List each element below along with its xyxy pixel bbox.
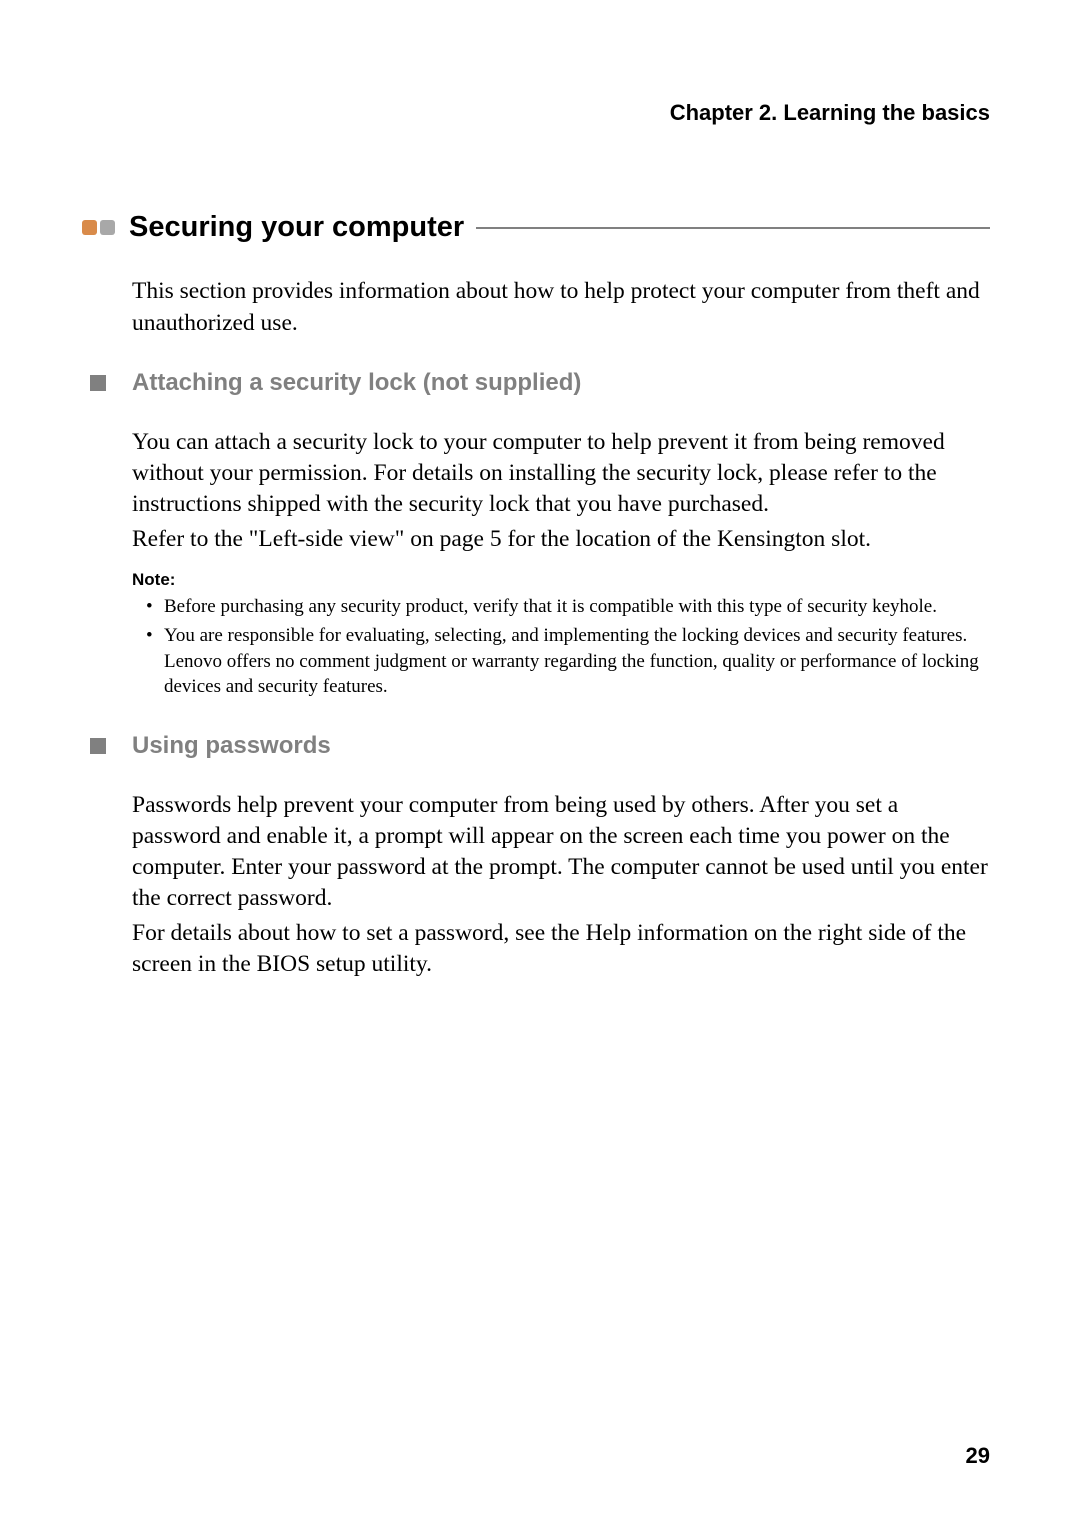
- bullet-orange-icon: [82, 220, 97, 235]
- heading-bullet-icon: [82, 220, 115, 235]
- main-heading: Securing your computer: [129, 211, 464, 244]
- chapter-header: Chapter 2. Learning the basics: [90, 100, 990, 126]
- main-heading-row: Securing your computer: [82, 211, 990, 244]
- section2-heading-row: Using passwords: [90, 732, 990, 760]
- note-item: Before purchasing any security product, …: [150, 594, 990, 620]
- page-container: Chapter 2. Learning the basics Securing …: [0, 0, 1080, 1044]
- note-section: Note: Before purchasing any security pro…: [132, 570, 990, 701]
- bullet-gray-icon: [100, 220, 115, 235]
- section2-para1: Passwords help prevent your computer fro…: [132, 790, 990, 914]
- section2: Using passwords Passwords help prevent y…: [90, 732, 990, 980]
- note-item: You are responsible for evaluating, sele…: [150, 623, 990, 700]
- intro-paragraph: This section provides information about …: [132, 276, 990, 339]
- section1-para2: Refer to the "Left-side view" on page 5 …: [132, 524, 990, 555]
- section2-para2: For details about how to set a password,…: [132, 918, 990, 980]
- page-number: 29: [966, 1443, 990, 1469]
- section1-heading-row: Attaching a security lock (not supplied): [90, 369, 990, 397]
- section1-para1: You can attach a security lock to your c…: [132, 427, 990, 520]
- square-bullet-icon: [90, 375, 106, 391]
- note-list: Before purchasing any security product, …: [132, 594, 990, 701]
- heading-rule-icon: [476, 227, 990, 229]
- note-label: Note:: [132, 570, 990, 590]
- square-bullet-icon: [90, 738, 106, 754]
- section1-heading: Attaching a security lock (not supplied): [132, 369, 581, 397]
- section2-heading: Using passwords: [132, 732, 331, 760]
